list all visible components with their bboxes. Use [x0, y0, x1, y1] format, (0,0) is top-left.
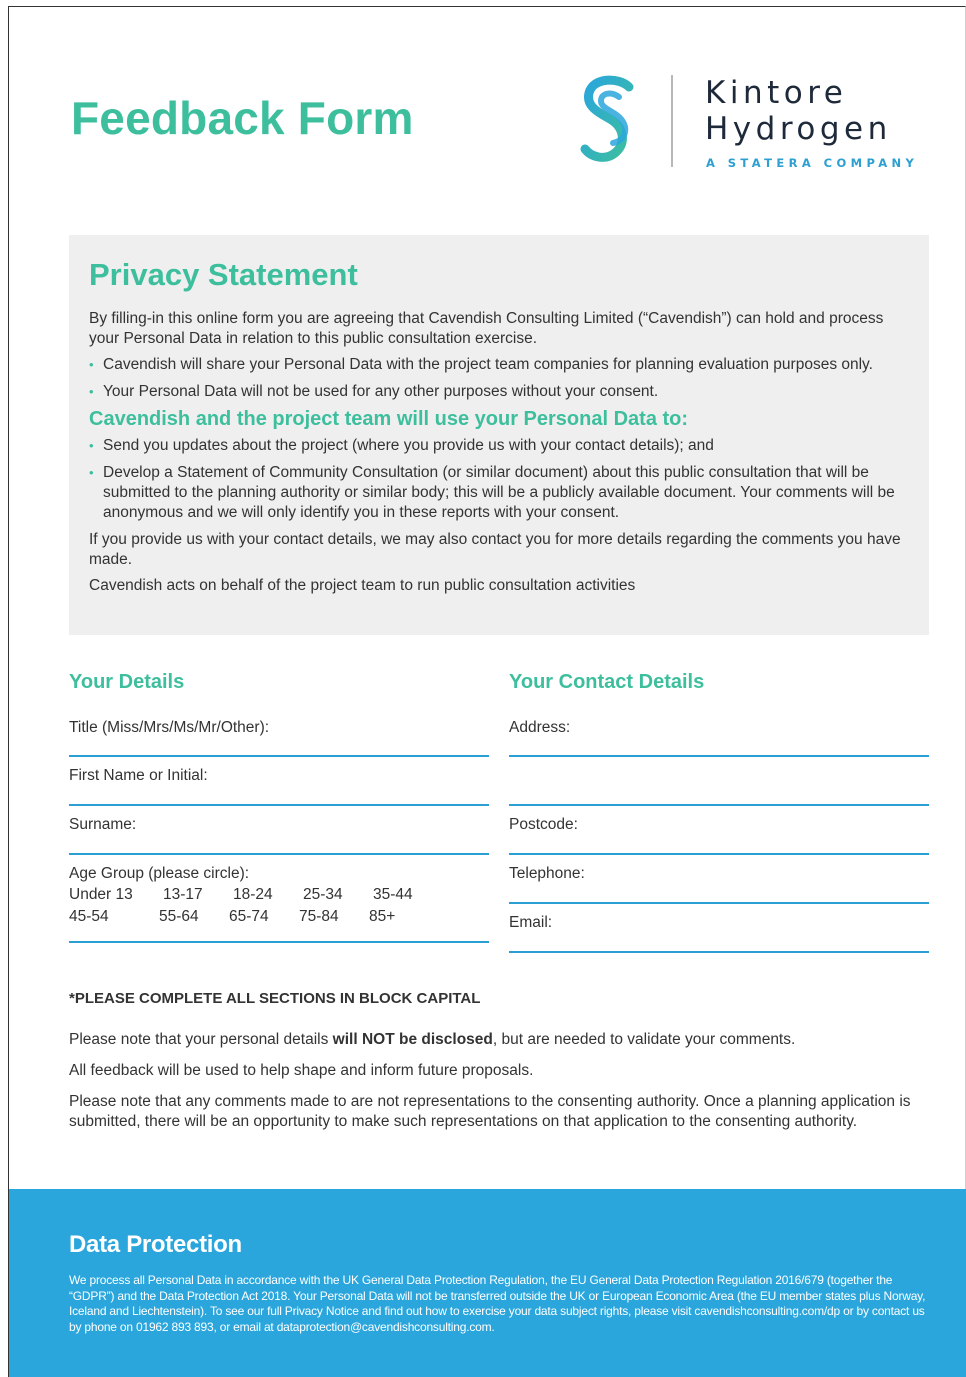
logo-text-hydrogen: Hydrogen: [705, 111, 892, 147]
logo-text-kintore: Kintore: [705, 75, 848, 111]
privacy-subheading: Cavendish and the project team will use …: [89, 408, 689, 430]
privacy-bullet: Cavendish will share your Personal Data …: [89, 355, 909, 375]
surname-field[interactable]: Surname:: [69, 806, 489, 855]
representations-notice: Please note that any comments made to ar…: [69, 1093, 911, 1130]
age-option[interactable]: 65-74: [229, 907, 299, 927]
privacy-contact-para: If you provide us with your contact deta…: [89, 531, 901, 568]
age-options-row-1: Under 13 13-17 18-24 25-34 35-44: [69, 885, 489, 905]
contact-details-heading: Your Contact Details: [509, 671, 705, 693]
age-options-row-2: 45-54 55-64 65-74 75-84 85+: [69, 907, 489, 927]
age-group-field[interactable]: Age Group (please circle): Under 13 13-1…: [69, 855, 489, 943]
logo-tagline: A STATERA COMPANY: [706, 156, 919, 170]
email-field[interactable]: Email:: [509, 904, 929, 953]
age-option[interactable]: 18-24: [233, 885, 303, 905]
age-option[interactable]: 55-64: [159, 907, 229, 927]
postcode-label: Postcode:: [509, 816, 578, 833]
age-option[interactable]: 35-44: [373, 885, 433, 905]
disclosure-text: Please note that your personal details: [69, 1031, 333, 1048]
telephone-label: Telephone:: [509, 865, 585, 882]
data-protection-heading: Data Protection: [69, 1231, 242, 1258]
postcode-field[interactable]: Postcode:: [509, 806, 929, 855]
your-details-section: Your Details Title (Miss/Mrs/Ms/Mr/Other…: [69, 667, 489, 943]
age-option[interactable]: Under 13: [69, 885, 163, 905]
privacy-statement-box: Privacy Statement By filling-in this onl…: [69, 235, 929, 635]
age-option[interactable]: 13-17: [163, 885, 233, 905]
title-field[interactable]: Title (Miss/Mrs/Ms/Mr/Other):: [69, 715, 489, 757]
title-label: Title (Miss/Mrs/Ms/Mr/Other):: [69, 719, 270, 736]
disclosure-notice: Please note that your personal details w…: [69, 1030, 929, 1050]
age-option[interactable]: 85+: [369, 907, 429, 927]
usage-bullet: Send you updates about the project (wher…: [89, 436, 909, 456]
feedback-notice: All feedback will be used to help shape …: [69, 1062, 534, 1079]
age-option[interactable]: 45-54: [69, 907, 159, 927]
telephone-field[interactable]: Telephone:: [509, 855, 929, 904]
privacy-behalf-para: Cavendish acts on behalf of the project …: [89, 577, 636, 594]
kintore-hydrogen-logo: Kintore Hydrogen A STATERA COMPANY: [575, 69, 965, 179]
age-option[interactable]: 25-34: [303, 885, 373, 905]
data-protection-body: We process all Personal Data in accordan…: [69, 1273, 926, 1335]
statera-s-logo-icon: [580, 75, 634, 162]
feedback-form-page: Feedback Form Kintore Hydrogen A STATERA…: [8, 6, 966, 1377]
your-details-heading: Your Details: [69, 671, 185, 693]
form-notice: *PLEASE COMPLETE ALL SECTIONS IN BLOCK C…: [69, 989, 929, 1143]
privacy-intro: By filling-in this online form you are a…: [89, 310, 884, 347]
first-name-label: First Name or Initial:: [69, 767, 208, 784]
email-label: Email:: [509, 914, 553, 931]
block-capitals-notice: *PLEASE COMPLETE ALL SECTIONS IN BLOCK C…: [69, 990, 481, 1007]
address-field[interactable]: Address:: [509, 715, 929, 757]
page-title: Feedback Form: [71, 92, 414, 144]
age-option[interactable]: 75-84: [299, 907, 369, 927]
usage-bullet: Develop a Statement of Community Consult…: [89, 463, 909, 523]
surname-label: Surname:: [69, 816, 137, 833]
disclosure-text-end: , but are needed to validate your commen…: [492, 1031, 796, 1048]
privacy-body: By filling-in this online form you are a…: [89, 309, 909, 602]
privacy-bullet: Your Personal Data will not be used for …: [89, 382, 909, 402]
logo-divider: [671, 75, 673, 167]
privacy-heading: Privacy Statement: [89, 257, 358, 292]
data-protection-footer: Data Protection We process all Personal …: [9, 1189, 966, 1377]
disclosure-bold: will NOT be disclosed: [332, 1031, 493, 1048]
contact-details-section: Your Contact Details Address: Postcode: …: [509, 667, 929, 953]
first-name-field[interactable]: First Name or Initial:: [69, 757, 489, 806]
address-label: Address:: [509, 719, 571, 736]
address-line-2-field[interactable]: [509, 757, 929, 806]
age-group-label: Age Group (please circle):: [69, 865, 250, 882]
